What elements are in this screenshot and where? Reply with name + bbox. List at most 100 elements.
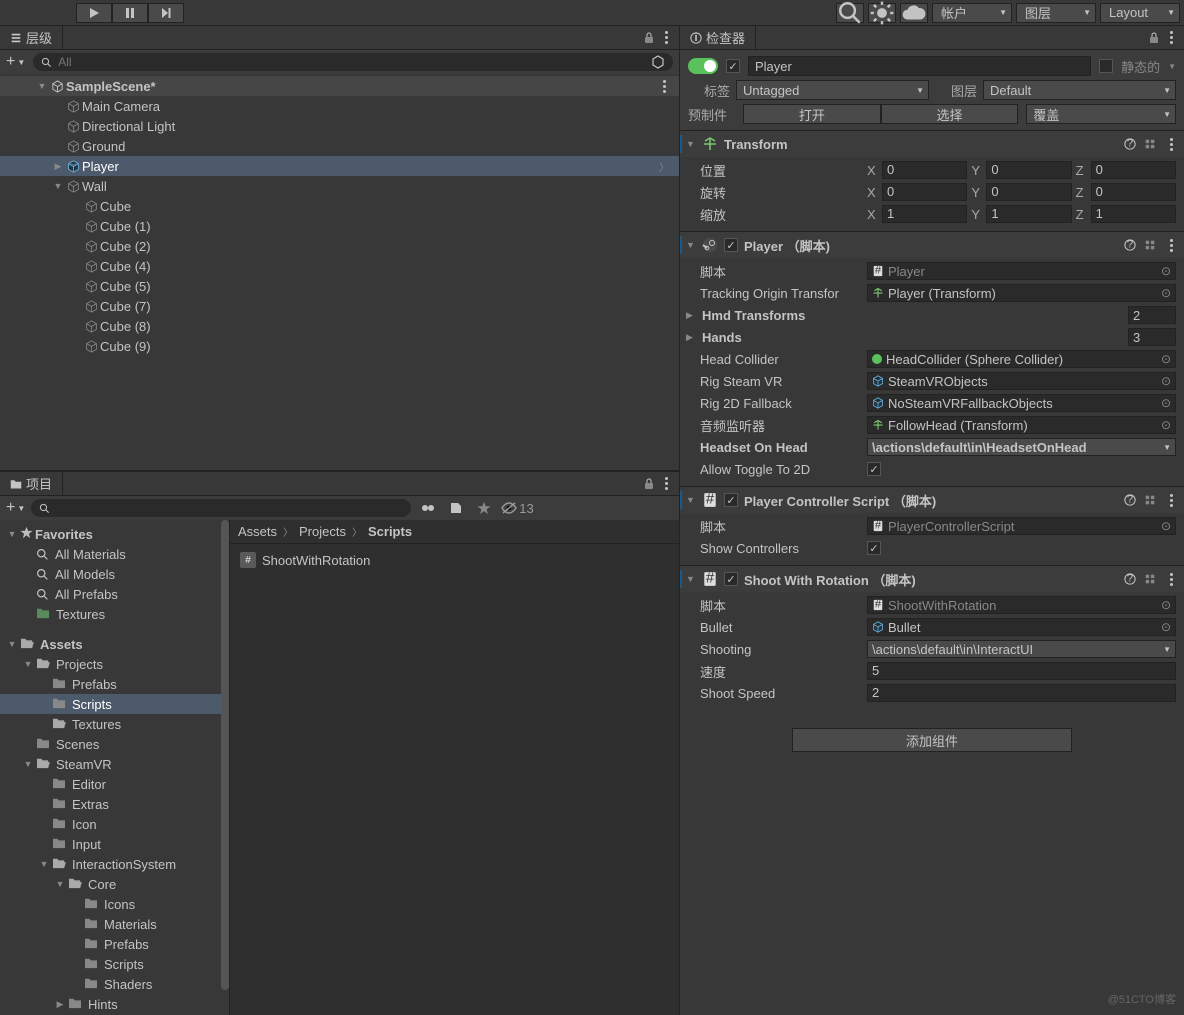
project-folder[interactable]: ▼Projects	[0, 654, 229, 674]
pause-button[interactable]	[112, 3, 148, 23]
favorite-item[interactable]: All Models	[0, 564, 229, 584]
project-folder[interactable]: ▼Core	[0, 874, 229, 894]
hierarchy-item[interactable]: Cube (2)	[0, 236, 679, 256]
cloud-button[interactable]	[900, 3, 928, 23]
project-search-input[interactable]	[56, 501, 403, 515]
project-create-dropdown[interactable]: +▼	[6, 499, 25, 517]
scale-y-field[interactable]: 1	[986, 205, 1071, 223]
favorite-item[interactable]: Textures	[0, 604, 229, 624]
project-folder[interactable]: Input	[0, 834, 229, 854]
project-folder[interactable]: ▼InteractionSystem	[0, 854, 229, 874]
project-search[interactable]	[31, 499, 411, 517]
project-folder[interactable]: ▶Hints	[0, 994, 229, 1014]
hierarchy-item[interactable]: ▶Player〉	[0, 156, 679, 176]
component-menu[interactable]	[1164, 571, 1178, 587]
lock-icon[interactable]	[643, 478, 655, 490]
rig-vr-field[interactable]: SteamVRObjects	[867, 372, 1176, 390]
controller-enabled-checkbox[interactable]	[724, 493, 738, 507]
breadcrumb-item[interactable]: Assets	[238, 524, 277, 539]
scale-z-field[interactable]: 1	[1091, 205, 1176, 223]
breadcrumb-item[interactable]: Projects	[299, 524, 346, 539]
hierarchy-item[interactable]: Cube (1)	[0, 216, 679, 236]
project-menu[interactable]	[659, 476, 673, 492]
pos-z-field[interactable]: 0	[1091, 161, 1176, 179]
favorite-item[interactable]: All Materials	[0, 544, 229, 564]
hierarchy-item[interactable]: Cube (5)	[0, 276, 679, 296]
transform-header[interactable]: ▼ Transform	[680, 131, 1184, 157]
breadcrumb-item[interactable]: Scripts	[368, 524, 412, 539]
active-toggle[interactable]	[688, 58, 718, 74]
preset-icon[interactable]	[1144, 239, 1156, 251]
hierarchy-item[interactable]: Ground	[0, 136, 679, 156]
project-folder[interactable]: Textures	[0, 714, 229, 734]
help-icon[interactable]	[1124, 573, 1136, 585]
help-icon[interactable]	[1124, 494, 1136, 506]
bullet-field[interactable]: Bullet	[867, 618, 1176, 636]
hierarchy-search[interactable]	[33, 53, 673, 71]
lighting-button[interactable]	[868, 3, 896, 23]
script-field[interactable]: PlayerControllerScript	[867, 517, 1176, 535]
audio-field[interactable]: FollowHead (Transform)	[867, 416, 1176, 434]
player-enabled-checkbox[interactable]	[724, 238, 738, 252]
project-folder[interactable]: ▼SteamVR	[0, 754, 229, 774]
controller-comp-header[interactable]: ▼ Player Controller Script （脚本)	[680, 487, 1184, 513]
hierarchy-item[interactable]: Cube	[0, 196, 679, 216]
hierarchy-item[interactable]: Cube (9)	[0, 336, 679, 356]
rot-z-field[interactable]: 0	[1091, 183, 1176, 201]
enabled-checkbox[interactable]	[726, 59, 740, 73]
lock-icon[interactable]	[643, 32, 655, 44]
show-controllers-checkbox[interactable]	[867, 541, 881, 555]
project-folder[interactable]: Prefabs	[0, 674, 229, 694]
scale-x-field[interactable]: 1	[882, 205, 967, 223]
hierarchy-menu[interactable]	[659, 30, 673, 46]
help-icon[interactable]	[1124, 239, 1136, 251]
hierarchy-item[interactable]: Directional Light	[0, 116, 679, 136]
project-folder[interactable]: Icons	[0, 894, 229, 914]
component-menu[interactable]	[1164, 492, 1178, 508]
shoot-speed-field[interactable]: 2	[867, 684, 1176, 702]
scene-menu[interactable]	[657, 78, 671, 94]
prefab-open-button[interactable]: 打开	[743, 104, 881, 124]
hierarchy-item[interactable]: ▼Wall	[0, 176, 679, 196]
search-by-type-icon[interactable]	[417, 499, 439, 517]
project-folder[interactable]: Scenes	[0, 734, 229, 754]
search-button[interactable]	[836, 3, 864, 23]
project-folder[interactable]: Shaders	[0, 974, 229, 994]
assets-header[interactable]: ▼Assets	[0, 634, 229, 654]
favorites-header[interactable]: ▼Favorites	[0, 524, 229, 544]
pos-x-field[interactable]: 0	[882, 161, 967, 179]
account-dropdown[interactable]: 帐户	[932, 3, 1012, 23]
tracking-field[interactable]: Player (Transform)	[867, 284, 1176, 302]
hierarchy-search-input[interactable]	[58, 55, 645, 69]
preset-icon[interactable]	[1144, 573, 1156, 585]
hierarchy-tab[interactable]: 层级	[0, 26, 63, 49]
script-field[interactable]: Player	[867, 262, 1176, 280]
preset-icon[interactable]	[1144, 138, 1156, 150]
head-collider-field[interactable]: HeadCollider (Sphere Collider)	[867, 350, 1176, 368]
hierarchy-item[interactable]: Cube (4)	[0, 256, 679, 276]
tag-dropdown[interactable]: Untagged	[736, 80, 929, 100]
toggle2d-checkbox[interactable]	[867, 462, 881, 476]
hands-count-field[interactable]: 3	[1128, 328, 1176, 346]
player-comp-header[interactable]: ▼ Player （脚本)	[680, 232, 1184, 258]
inspector-tab[interactable]: 检查器	[680, 26, 756, 49]
preset-icon[interactable]	[1144, 494, 1156, 506]
project-tab[interactable]: 项目	[0, 472, 63, 495]
hands-label[interactable]: Hands	[700, 330, 875, 345]
project-folder[interactable]: Materials	[0, 914, 229, 934]
shoot-enabled-checkbox[interactable]	[724, 572, 738, 586]
project-folder[interactable]: Icon	[0, 814, 229, 834]
asset-item[interactable]: #ShootWithRotation	[236, 550, 673, 570]
static-dropdown-arrow[interactable]: ▼	[1168, 62, 1176, 71]
scrollbar[interactable]	[221, 520, 229, 990]
help-icon[interactable]	[1124, 138, 1136, 150]
overrides-dropdown[interactable]: 覆盖	[1026, 104, 1176, 124]
project-folder[interactable]: Scripts	[0, 694, 229, 714]
project-folder[interactable]: Scripts	[0, 954, 229, 974]
play-button[interactable]	[76, 3, 112, 23]
search-options-icon[interactable]	[651, 55, 665, 69]
prefab-select-button[interactable]: 选择	[881, 104, 1019, 124]
create-dropdown[interactable]: +▼	[6, 53, 25, 71]
hierarchy-item[interactable]: Cube (8)	[0, 316, 679, 336]
layers-dropdown[interactable]: 图层	[1016, 3, 1096, 23]
